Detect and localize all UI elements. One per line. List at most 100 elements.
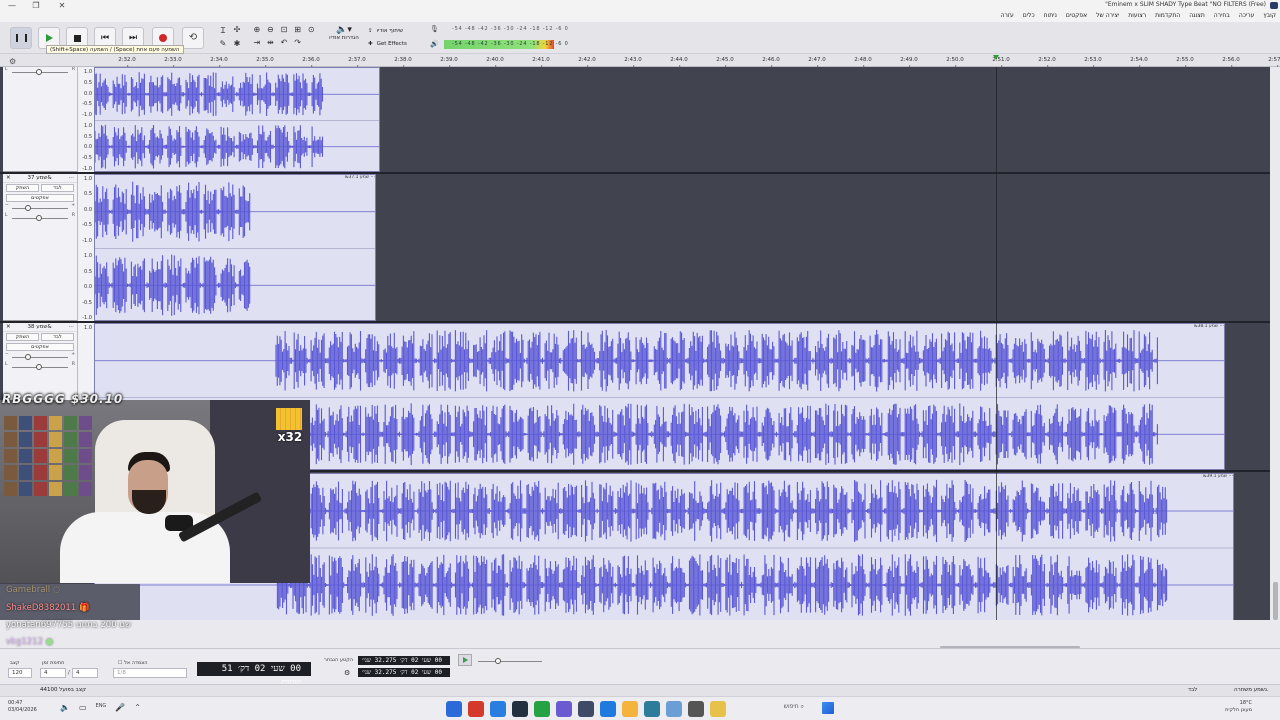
zoom-in-icon[interactable]: ⊕ — [250, 25, 264, 38]
mute-button[interactable]: השתק — [6, 333, 39, 341]
effects-button[interactable]: אפקטים — [6, 194, 74, 202]
maximize-button[interactable]: ❐ — [26, 0, 46, 11]
taskbar-app-icon[interactable] — [468, 701, 484, 717]
envelope-tool-icon[interactable]: ✣ — [230, 25, 244, 39]
clip-label[interactable]: שמע 39.1& — [1203, 474, 1227, 480]
vertical-scrollbar[interactable] — [1271, 67, 1280, 620]
mute-button[interactable]: השתק — [6, 184, 39, 192]
solo-button[interactable]: לבד — [41, 184, 74, 192]
track-menu-icon[interactable]: ⋯ — [68, 175, 74, 181]
snap-checkbox-label[interactable]: ☐ הצמדה אל — [118, 660, 147, 666]
undo-icon[interactable]: ↶ — [277, 38, 291, 51]
tempo-field[interactable]: 120 — [8, 668, 32, 678]
audio-clip[interactable]: שמע 37.1& ⋯ — [94, 174, 376, 321]
audio-setup-button[interactable]: 🔈▾ הגדרות אודיו — [325, 25, 363, 51]
track-close-icon[interactable]: ✕ — [6, 175, 11, 181]
taskbar-app-icon[interactable] — [644, 701, 660, 717]
menu-item[interactable]: עריכה — [1239, 12, 1255, 19]
loop-button[interactable]: ⟲ — [182, 27, 204, 49]
menu-item[interactable]: בחירה — [1214, 12, 1230, 19]
timeline-ruler[interactable]: 2:32.0 2:33.0 2:34.0 2:35.0 2:36.0 2:37.0 2:38… — [0, 54, 1280, 67]
track-menu-icon[interactable]: ⋯ — [68, 324, 74, 330]
selection-settings-icon[interactable]: ⚙ — [344, 669, 350, 677]
get-effects-button[interactable]: ✚ Get Effects — [368, 38, 420, 51]
menu-item[interactable]: קובץ — [1263, 12, 1276, 19]
selection-end-time[interactable]: 00 שעי 02 דק׳ 32.275 שני׳ — [358, 668, 450, 677]
zoom-toggle-icon[interactable]: ⊙ — [304, 25, 318, 38]
pan-slider[interactable]: LR — [3, 213, 77, 223]
taskbar-app-icon[interactable] — [556, 701, 572, 717]
silence-icon[interactable]: ⇹ — [264, 38, 278, 51]
redo-icon[interactable]: ↷ — [291, 38, 305, 51]
fit-project-icon[interactable]: ⊞ — [291, 25, 305, 38]
clip-label[interactable]: שמע 37.1& — [345, 175, 369, 181]
menu-item[interactable]: תצוגה — [1189, 12, 1205, 19]
menu-item[interactable]: אפקטים — [1066, 12, 1087, 19]
timeline-settings-icon[interactable]: ⚙ — [9, 57, 16, 66]
clock[interactable]: 00:47 03/04/2026 — [8, 700, 37, 714]
taskbar-app-icon[interactable] — [600, 701, 616, 717]
vertical-scroll-thumb[interactable] — [1273, 582, 1278, 620]
taskbar-app-icon[interactable] — [710, 701, 726, 717]
taskbar-app-icon[interactable] — [622, 701, 638, 717]
pan-slider[interactable]: LR — [3, 67, 77, 77]
share-audio-button[interactable]: ⇪ שיתוף אודיו — [368, 25, 420, 38]
track-control-panel[interactable]: ✕ שמע 37& ⋯ השתק לבד אפקטים − + L R — [3, 174, 78, 321]
clip-label[interactable]: שמע 38.1& — [1194, 324, 1218, 330]
record-meter[interactable]: 🎙 -54 -48 -42 -36 -30 -24 -18 -12 -6 0 — [428, 24, 568, 35]
track-name[interactable]: שמע 37& — [27, 175, 51, 181]
weather-widget[interactable]: 18°C מעונן חלקית — [1225, 700, 1252, 714]
menu-item[interactable]: רצועות — [1128, 12, 1146, 19]
taskbar-app-icon[interactable] — [446, 701, 462, 717]
time-display[interactable]: 00 שעי 02 דק׳ 51 שניות — [197, 662, 311, 688]
pan-slider[interactable]: LR — [3, 362, 77, 372]
play-speed-slider[interactable] — [478, 661, 542, 662]
track-name[interactable]: שמע 38& — [27, 324, 51, 330]
solo-button[interactable]: לבד — [41, 333, 74, 341]
multi-tool-icon[interactable]: ✱ — [230, 39, 244, 51]
trim-icon[interactable]: ⇥ — [250, 38, 264, 51]
chevron-up-icon[interactable]: ⌃ — [134, 703, 141, 712]
selection-tool-icon[interactable]: Ɪ — [216, 25, 230, 39]
network-icon[interactable]: ▭ — [79, 703, 87, 712]
language-icon[interactable]: ENG — [96, 703, 107, 712]
clip-menu-icon[interactable]: ⋯ — [1220, 324, 1225, 330]
playhead-marker[interactable] — [993, 55, 999, 60]
fit-selection-icon[interactable]: ⊡ — [277, 25, 291, 38]
effects-button[interactable]: אפקטים — [6, 343, 74, 351]
menu-item[interactable]: עזרה — [1001, 12, 1014, 19]
snap-checkbox[interactable]: ☐ — [118, 660, 122, 666]
snap-dropdown[interactable]: 1/8 — [113, 668, 187, 678]
play-speed-knob[interactable] — [495, 658, 501, 664]
time-sig-numerator[interactable]: 4 — [40, 668, 66, 678]
track-close-icon[interactable]: ✕ — [6, 324, 11, 330]
minimize-button[interactable]: — — [2, 0, 22, 11]
zoom-out-icon[interactable]: ⊖ — [264, 25, 278, 38]
close-button[interactable]: ✕ — [52, 0, 72, 11]
selection-start-time[interactable]: 00 שעי 02 דק׳ 32.275 שני׳ — [358, 656, 450, 665]
taskbar-app-icon[interactable] — [666, 701, 682, 717]
track-control-panel[interactable]: LR — [3, 67, 78, 172]
time-sig-denominator[interactable]: 4 — [72, 668, 98, 678]
volume-icon[interactable]: 🔈 — [60, 703, 70, 712]
audio-clip[interactable] — [94, 67, 380, 172]
taskbar-search[interactable]: ⌕ חיפוש — [734, 703, 804, 715]
pause-button[interactable] — [10, 27, 32, 49]
menu-item[interactable]: כלים — [1023, 12, 1035, 19]
menu-item[interactable]: התקדמות — [1155, 12, 1180, 19]
playback-meter[interactable]: 🔊 -54 -48 -42 -36 -30 -24 -18 -12 -6 0 — [428, 39, 568, 50]
play-at-speed-button[interactable] — [458, 654, 472, 666]
menu-item[interactable]: יצירה של — [1096, 12, 1119, 19]
menu-item[interactable]: ניתוח — [1044, 12, 1057, 19]
taskbar-app-icon[interactable] — [512, 701, 528, 717]
taskbar-app-icon[interactable] — [490, 701, 506, 717]
taskbar-app-icon[interactable] — [578, 701, 594, 717]
gain-slider[interactable]: − + — [3, 352, 77, 362]
start-button[interactable] — [822, 702, 834, 714]
clip-menu-icon[interactable]: ⋯ — [371, 175, 376, 181]
gain-slider[interactable]: − + — [3, 203, 77, 213]
mic-tray-icon[interactable]: 🎤 — [115, 703, 125, 712]
taskbar-app-icon[interactable] — [688, 701, 704, 717]
taskbar-app-icon[interactable] — [534, 701, 550, 717]
clip-menu-icon[interactable]: ⋯ — [1229, 474, 1234, 480]
